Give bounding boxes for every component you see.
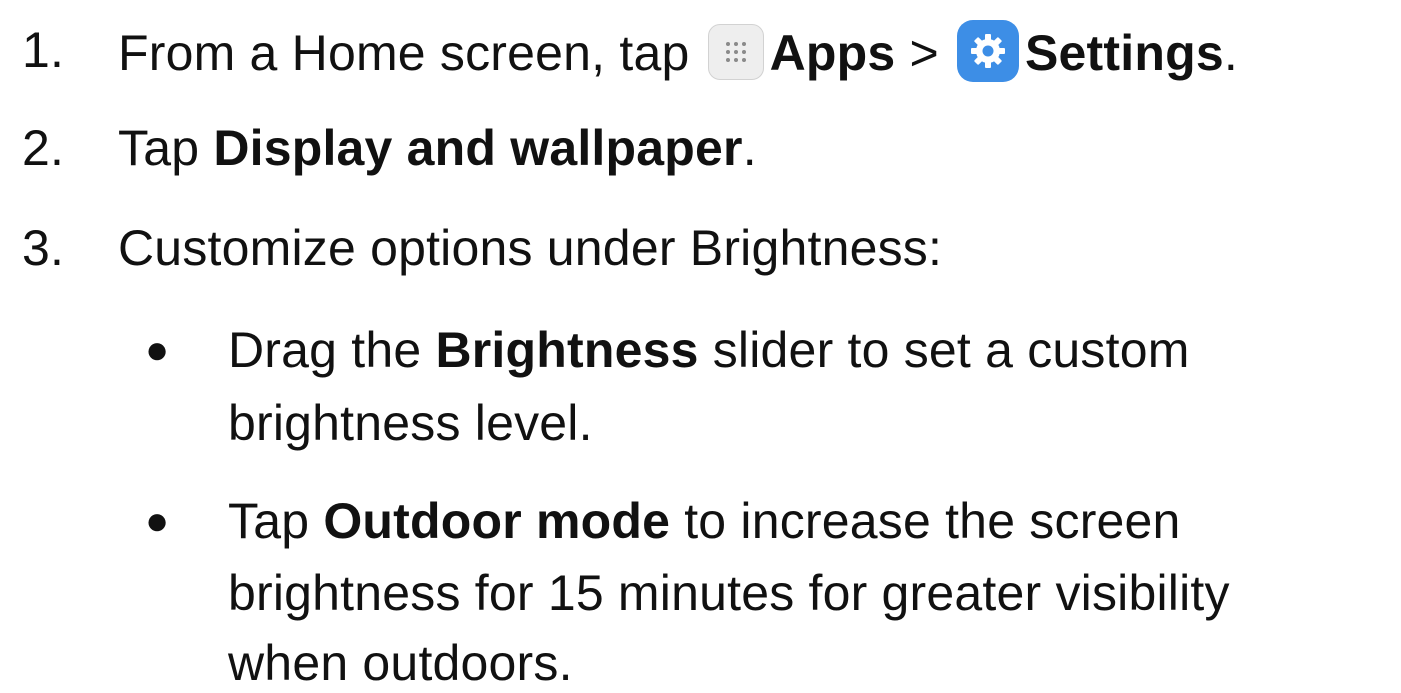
outdoor-mode-label: Outdoor mode — [323, 493, 671, 549]
bullet-2-line-2-text: brightness for 15 minutes for greater vi… — [228, 565, 1230, 621]
bullet-1-symbol: ● — [145, 328, 170, 372]
bullet-2-symbol: ● — [145, 499, 170, 543]
separator: > — [909, 25, 939, 81]
step-2-text: Tap Display and wallpaper. — [118, 118, 757, 178]
step-2-number: 2. — [22, 120, 65, 176]
bullet-2-prefix: Tap — [228, 493, 310, 549]
bullet-1-suffix: slider to set a custom — [712, 322, 1190, 378]
step-3-number: 3. — [22, 220, 65, 276]
bullet-2-text: Tap Outdoor mode to increase the screen — [228, 491, 1181, 551]
settings-gear-icon — [956, 20, 1019, 82]
bullet-1-prefix: Drag the — [228, 322, 422, 378]
settings-label: Settings — [1024, 25, 1224, 81]
bullet-2-suffix: to increase the screen — [684, 493, 1181, 549]
bullet-1-text: Drag the Brightness slider to set a cust… — [228, 320, 1190, 380]
apps-label: Apps — [769, 25, 896, 81]
display-and-wallpaper-label: Display and wallpaper — [213, 120, 743, 176]
bullet-2-line-3-text: when outdoors. — [228, 635, 573, 691]
brightness-label: Brightness — [435, 322, 699, 378]
apps-grid-icon — [707, 24, 764, 80]
step-2-suffix: . — [742, 120, 757, 176]
step-1-number: 1. — [22, 22, 65, 78]
step-2-prefix: Tap — [118, 120, 200, 176]
step-1-prefix: From a Home screen, tap — [118, 25, 690, 81]
step-1-text: From a Home screen, tap Apps > Settings. — [118, 20, 1238, 83]
step-1-suffix: . — [1223, 25, 1238, 81]
bullet-1-line-2-text: brightness level. — [228, 395, 593, 451]
step-3-text: Customize options under Brightness: — [118, 220, 943, 276]
